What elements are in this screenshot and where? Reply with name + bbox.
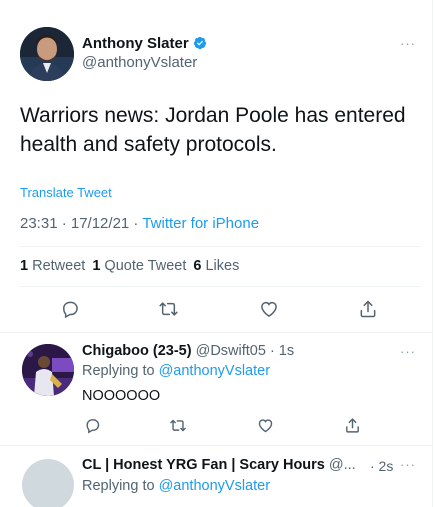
- reply-retweet-button[interactable]: [166, 414, 190, 436]
- reply-author-name: CL | Honest YRG Fan | Scary Hours: [82, 457, 325, 473]
- translate-tweet-link[interactable]: Translate Tweet: [20, 185, 112, 200]
- reply-icon: [62, 301, 78, 319]
- tweet-source-link[interactable]: Twitter for iPhone: [142, 215, 259, 232]
- verified-badge-icon: [193, 36, 206, 50]
- retweet-icon: [170, 419, 186, 431]
- main-tweet: Anthony Slater @anthonyVslater ··· Warri…: [0, 0, 433, 333]
- like-icon: [261, 301, 277, 317]
- reply-author-name: Chigaboo (23-5): [82, 343, 192, 359]
- reply-avatar-image: [22, 344, 74, 396]
- reply-more-options-icon[interactable]: ···: [400, 458, 420, 471]
- reply-author-handle: @Dswift05: [195, 343, 266, 359]
- like-icon: [258, 418, 272, 432]
- quote-tweets-stat[interactable]: 1 Quote Tweet: [92, 258, 186, 274]
- reply-author[interactable]: Chigaboo (23-5) @Dswift05 · 1s: [82, 343, 294, 359]
- replying-to-mention[interactable]: @anthonyVslater: [159, 363, 270, 379]
- share-icon: [360, 300, 376, 318]
- tweet-stats: 1 Retweet 1 Quote Tweet 6 Likes: [20, 258, 239, 274]
- retweets-label: Retweet: [32, 258, 86, 274]
- author-handle[interactable]: @anthonyVslater: [82, 54, 197, 71]
- quotes-label: Quote Tweet: [104, 258, 187, 274]
- reply-button[interactable]: [56, 297, 84, 321]
- divider: [20, 246, 420, 247]
- reply-like-button[interactable]: [253, 414, 277, 436]
- reply-more-options-icon[interactable]: ···: [400, 345, 420, 358]
- reply-avatar[interactable]: [22, 344, 74, 396]
- likes-stat[interactable]: 6 Likes: [193, 258, 239, 274]
- tweet-detail-page: Anthony Slater @anthonyVslater ··· Warri…: [0, 0, 433, 507]
- author-name[interactable]: Anthony Slater: [82, 35, 207, 52]
- reply-share-button[interactable]: [340, 413, 364, 437]
- share-button[interactable]: [354, 296, 382, 322]
- replying-to: Replying to @anthonyVslater: [82, 363, 270, 379]
- replying-to-prefix: Replying to: [82, 363, 159, 379]
- retweets-count: 1: [20, 258, 29, 274]
- author-avatar-image: [20, 27, 74, 81]
- likes-count: 6: [193, 258, 202, 274]
- likes-label: Likes: [205, 258, 240, 274]
- reply-timestamp[interactable]: · 2s: [370, 458, 393, 474]
- reply-tweet[interactable]: CL | Honest YRG Fan | Scary Hours @... ·…: [0, 447, 433, 507]
- retweet-icon: [158, 302, 178, 316]
- author-name-text: Anthony Slater: [82, 35, 189, 52]
- more-options-icon[interactable]: ···: [400, 37, 420, 50]
- reply-reply-button[interactable]: [80, 414, 104, 436]
- replying-to-prefix: Replying to: [82, 478, 159, 494]
- replying-to: Replying to @anthonyVslater: [82, 478, 270, 494]
- share-icon: [345, 417, 359, 433]
- tweet-meta: 23:31 · 17/12/21 · Twitter for iPhone: [20, 215, 259, 232]
- retweets-stat[interactable]: 1 Retweet: [20, 258, 85, 274]
- reply-text: NOOOOOO: [82, 388, 161, 404]
- retweet-button[interactable]: [154, 297, 182, 321]
- divider: [20, 286, 420, 287]
- replying-to-mention[interactable]: @anthonyVslater: [159, 478, 270, 494]
- reply-icon: [85, 418, 99, 434]
- like-button[interactable]: [255, 297, 283, 321]
- tweet-text: Warriors news: Jordan Poole has entered …: [20, 104, 406, 156]
- author-avatar[interactable]: [20, 27, 74, 81]
- reply-timestamp[interactable]: · 1s: [270, 343, 294, 359]
- reply-author-handle: @...: [328, 457, 356, 473]
- reply-avatar[interactable]: [22, 459, 74, 507]
- quotes-count: 1: [92, 258, 101, 274]
- reply-author[interactable]: CL | Honest YRG Fan | Scary Hours @...: [82, 457, 356, 473]
- reply-tweet[interactable]: Chigaboo (23-5) @Dswift05 · 1s ··· Reply…: [0, 334, 433, 446]
- tweet-timestamp[interactable]: 23:31 · 17/12/21 ·: [20, 215, 142, 232]
